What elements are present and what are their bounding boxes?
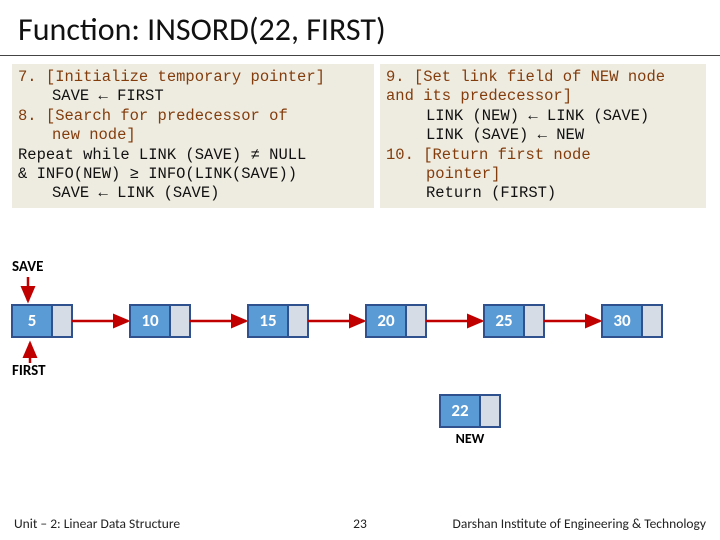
list-node: 30: [602, 305, 662, 337]
footer: Unit – 2: Linear Data Structure 23 Darsh…: [0, 509, 720, 540]
node-value: 20: [377, 310, 395, 331]
code-line: LINK (SAVE) ← NEW: [386, 126, 700, 145]
linked-list-diagram: SAVE 5 10 15 20 25 30 FIRST 22 NEW: [0, 255, 720, 465]
node-value: 5: [28, 310, 37, 331]
code-line: LINK (NEW) ← LINK (SAVE): [386, 107, 700, 126]
code-left: 7. [Initialize temporary pointer] SAVE ←…: [12, 64, 374, 208]
node-value: 30: [613, 310, 631, 331]
code-line: SAVE ← LINK (SAVE): [18, 184, 368, 203]
new-node: 22: [440, 395, 500, 427]
code-line: new node]: [18, 126, 368, 145]
slide-title: Function: INSORD(22, FIRST): [0, 0, 720, 56]
code-line: 10. [Return first node: [386, 146, 700, 165]
new-value: 22: [451, 400, 469, 421]
code-line: Repeat while LINK (SAVE) ≠ NULL: [18, 146, 368, 165]
code-line: 9. [Set link field of NEW node and its p…: [386, 68, 700, 107]
list-node: 10: [130, 305, 190, 337]
code-line: pointer]: [386, 165, 700, 184]
save-label: SAVE: [12, 258, 43, 276]
node-value: 10: [141, 310, 159, 331]
new-label: NEW: [456, 430, 485, 447]
code-blocks: 7. [Initialize temporary pointer] SAVE ←…: [0, 64, 720, 208]
list-node: 5: [12, 305, 72, 337]
footer-right: Darshan Institute of Engineering & Techn…: [453, 515, 706, 532]
list-node: 25: [484, 305, 544, 337]
node-value: 25: [495, 310, 512, 331]
code-right: 9. [Set link field of NEW node and its p…: [380, 64, 706, 208]
list-node: 20: [366, 305, 426, 337]
code-line: 7. [Initialize temporary pointer]: [18, 68, 368, 87]
page-number: 23: [353, 515, 367, 532]
list-node: 15: [248, 305, 308, 337]
code-line: SAVE ← FIRST: [18, 87, 368, 106]
footer-left: Unit – 2: Linear Data Structure: [14, 515, 180, 532]
node-value: 15: [259, 310, 276, 331]
first-label: FIRST: [12, 362, 46, 380]
code-line: & INFO(NEW) ≥ INFO(LINK(SAVE)): [18, 165, 368, 184]
code-line: Return (FIRST): [386, 184, 700, 203]
code-line: 8. [Search for predecessor of: [18, 107, 368, 126]
